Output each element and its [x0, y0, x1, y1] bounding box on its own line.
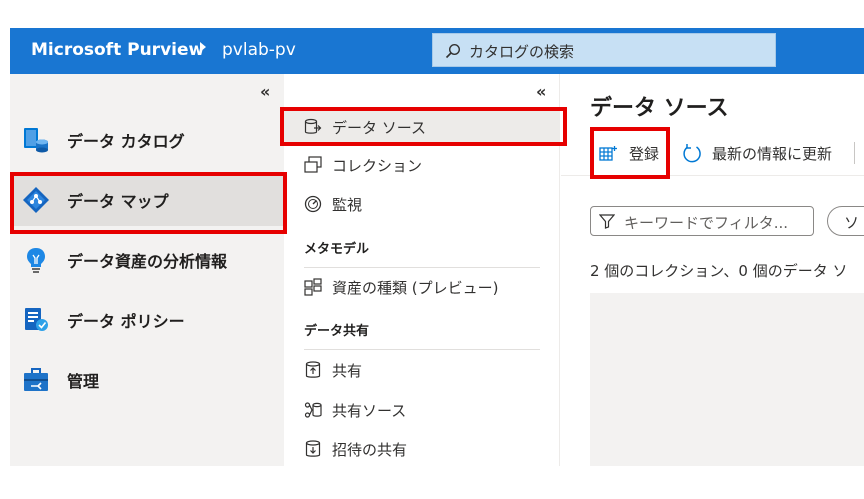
subnav-item-label: 共有: [332, 362, 363, 380]
subnav-item-collections[interactable]: コレクション: [284, 148, 560, 182]
nav-item-label: 管理: [67, 372, 100, 391]
highlight-box-data-map: [10, 172, 287, 234]
source-filter-pill-button[interactable]: ソ: [827, 206, 864, 236]
refresh-icon: [683, 144, 701, 163]
subnav-item-shares[interactable]: 共有: [284, 353, 560, 387]
nav-item-label: データ カタログ: [67, 132, 185, 151]
share-invitations-icon: [305, 440, 321, 457]
data-sharing-heading: データ共有: [304, 324, 370, 339]
collapse-left-nav-button[interactable]: «: [260, 82, 270, 101]
collections-icon: [304, 156, 322, 173]
top-bar: Microsoft Purview pvlab-pv カタログの検索: [10, 28, 864, 74]
section-divider: [304, 267, 540, 268]
refresh-button[interactable]: 最新の情報に更新: [681, 136, 851, 170]
pill-label: ソ: [844, 214, 860, 232]
toolbar-divider: [854, 142, 855, 164]
data-catalog-icon: [24, 128, 48, 153]
data-map-canvas[interactable]: [590, 293, 864, 466]
keyword-filter-input[interactable]: キーワードでフィルタ...: [590, 206, 814, 236]
subnav-item-share-sources[interactable]: 共有ソース: [284, 393, 560, 427]
breadcrumb-chevron-icon: [200, 42, 206, 52]
highlight-box-register: [590, 127, 670, 179]
nav-item-label: データ ポリシー: [67, 312, 185, 331]
share-sources-icon: [304, 402, 322, 418]
app-title[interactable]: Microsoft Purview: [31, 40, 204, 60]
collections-summary-text: 2 個のコレクション、0 個のデータ ソ: [590, 262, 848, 280]
asset-types-icon: [304, 278, 322, 296]
left-nav: « データ カタログ データ マップ データ資産の分析情報 データ ポリシー 管…: [10, 74, 284, 466]
subnav-item-label: 共有ソース: [332, 402, 407, 420]
insights-lightbulb-icon: [27, 248, 45, 273]
subnav-item-label: 監視: [332, 196, 363, 214]
subnav-item-share-invitations[interactable]: 招待の共有: [284, 432, 560, 466]
subnav-item-label: 資産の種類 (プレビュー): [332, 279, 499, 297]
filter-placeholder: キーワードでフィルタ...: [624, 214, 789, 232]
share-icon: [305, 361, 321, 378]
nav-item-data-estate-insights[interactable]: データ資産の分析情報: [10, 234, 284, 286]
nav-item-management[interactable]: 管理: [10, 354, 284, 406]
data-policy-icon: [25, 308, 48, 331]
page-title: データ ソース: [590, 96, 729, 121]
filter-icon: [599, 214, 615, 229]
search-icon: [445, 43, 461, 59]
subnav-item-monitoring[interactable]: 監視: [284, 187, 560, 221]
search-placeholder: カタログの検索: [469, 43, 575, 61]
subnav-item-label: 招待の共有: [332, 441, 408, 459]
refresh-label: 最新の情報に更新: [712, 145, 833, 163]
nav-item-label: データ資産の分析情報: [67, 252, 228, 271]
nav-item-data-policy[interactable]: データ ポリシー: [10, 294, 284, 346]
nav-item-data-catalog[interactable]: データ カタログ: [10, 114, 284, 166]
catalog-search-input[interactable]: カタログの検索: [432, 33, 776, 67]
monitoring-gauge-icon: [304, 195, 322, 213]
subnav-item-label: コレクション: [332, 157, 423, 175]
metamodel-heading: メタモデル: [304, 242, 370, 257]
account-name[interactable]: pvlab-pv: [222, 40, 296, 60]
highlight-box-data-sources: [280, 107, 567, 146]
subnav-item-asset-types[interactable]: 資産の種類 (プレビュー): [284, 270, 560, 304]
management-toolbox-icon: [24, 368, 48, 391]
collapse-subnav-button[interactable]: «: [536, 82, 546, 101]
section-divider: [304, 349, 540, 350]
